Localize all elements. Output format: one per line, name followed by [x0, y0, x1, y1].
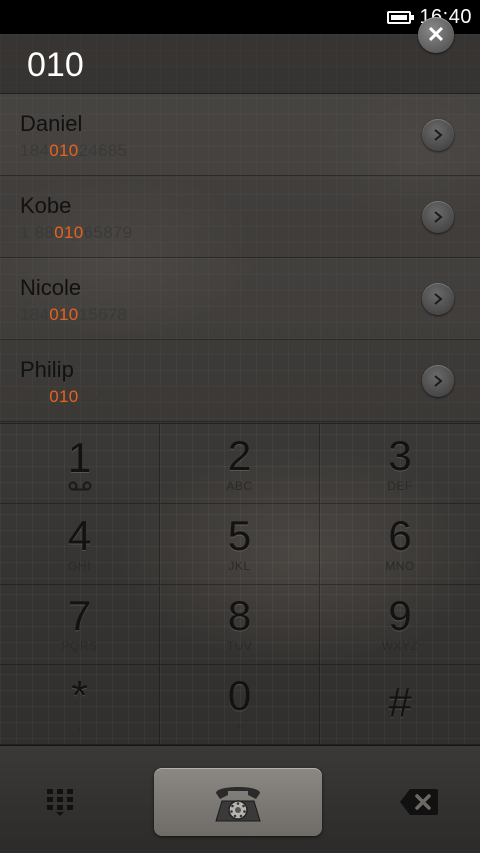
key-digit: 2 — [227, 431, 252, 479]
voicemail-icon — [68, 481, 91, 491]
key-digit: 7 — [67, 592, 92, 640]
contact-result-row[interactable]: Philip 18401015689 — [0, 340, 480, 422]
key-3[interactable]: 3 DEF — [320, 424, 480, 505]
key-digit: 6 — [388, 511, 412, 559]
status-bar: 16:40 — [0, 0, 480, 34]
number-match-highlight: 010 — [49, 141, 79, 160]
key-star[interactable]: * , — [0, 664, 160, 745]
key-9[interactable]: 9 WXYZ — [320, 585, 480, 665]
key-letters: PQRS — [61, 639, 98, 654]
contact-number: 18401015689 — [20, 387, 128, 406]
dialpad-grid-icon — [47, 789, 73, 816]
number-match-highlight: 010 — [49, 305, 79, 324]
key-letters: DEF — [387, 478, 413, 493]
key-digit: * — [71, 672, 88, 720]
contact-result-row[interactable]: Nicole 18401015678 — [0, 258, 480, 340]
call-button[interactable] — [154, 768, 322, 836]
contact-detail-button[interactable] — [422, 119, 454, 151]
key-letters: ABC — [226, 478, 253, 493]
key-1[interactable]: 1 — [0, 424, 160, 505]
key-0[interactable]: 0 + — [160, 664, 320, 745]
key-7[interactable]: 7 PQRS — [0, 584, 160, 665]
chevron-right-icon — [434, 211, 443, 223]
backspace-button[interactable] — [396, 782, 442, 822]
battery-full-icon — [387, 10, 415, 24]
dialpad: 1 2 ABC 3 DEF 4 GHI 5 JKL 6 MNO 7 PQRS 8… — [0, 423, 480, 745]
contact-results-list: Daniel 18401024685 Kobe 1 8801065879 Nic… — [0, 94, 480, 422]
key-digit: 9 — [388, 592, 412, 640]
key-digit: 0 — [227, 672, 252, 720]
key-digit: 3 — [388, 431, 412, 479]
key-letters: WXYZ — [381, 639, 419, 654]
contact-name: Philip — [20, 357, 74, 382]
contact-number: 1 8801065879 — [20, 223, 133, 242]
number-match-highlight: 010 — [54, 223, 84, 242]
action-bar — [0, 745, 480, 853]
key-4[interactable]: 4 GHI — [0, 504, 160, 585]
key-digit: 8 — [227, 592, 252, 640]
contact-detail-button[interactable] — [422, 283, 454, 315]
key-letters: , — [77, 719, 82, 734]
contact-result-row[interactable]: Kobe 1 8801065879 — [0, 176, 480, 258]
key-2[interactable]: 2 ABC — [160, 424, 320, 505]
key-digit: 5 — [227, 511, 252, 559]
chevron-right-icon — [434, 293, 443, 305]
contact-result-row[interactable]: Daniel 18401024685 — [0, 94, 480, 176]
clear-button[interactable]: ✕ — [418, 17, 454, 53]
key-digit: # — [388, 679, 412, 727]
contact-number: 18401015678 — [20, 305, 128, 324]
chevron-right-icon — [434, 375, 443, 387]
key-letters: JKL — [228, 558, 251, 573]
contact-name: Nicole — [20, 275, 82, 300]
search-header: 010 — [0, 34, 480, 94]
key-5[interactable]: 5 JKL — [160, 504, 320, 585]
contact-detail-button[interactable] — [422, 201, 454, 233]
contact-detail-button[interactable] — [422, 365, 454, 397]
key-letters: GHI — [68, 558, 91, 573]
backspace-icon — [400, 789, 438, 815]
close-icon: ✕ — [426, 22, 446, 47]
key-letters: MNO — [385, 558, 415, 573]
key-digit: 4 — [67, 511, 92, 559]
key-letters: + — [235, 719, 244, 734]
contact-name: Daniel — [20, 111, 83, 136]
chevron-right-icon — [434, 129, 443, 141]
rotary-phone-icon — [215, 787, 261, 822]
contact-name: Kobe — [20, 193, 72, 218]
key-hash[interactable]: # — [320, 665, 480, 745]
key-6[interactable]: 6 MNO — [320, 504, 480, 585]
key-digit: 1 — [67, 433, 92, 481]
dialed-number-input[interactable]: 010 — [27, 46, 84, 85]
number-match-highlight: 010 — [49, 387, 79, 406]
key-letters: TUV — [226, 639, 253, 654]
contact-number: 18401024685 — [20, 141, 128, 160]
key-8[interactable]: 8 TUV — [160, 584, 320, 665]
dialpad-toggle-button[interactable] — [40, 782, 80, 822]
